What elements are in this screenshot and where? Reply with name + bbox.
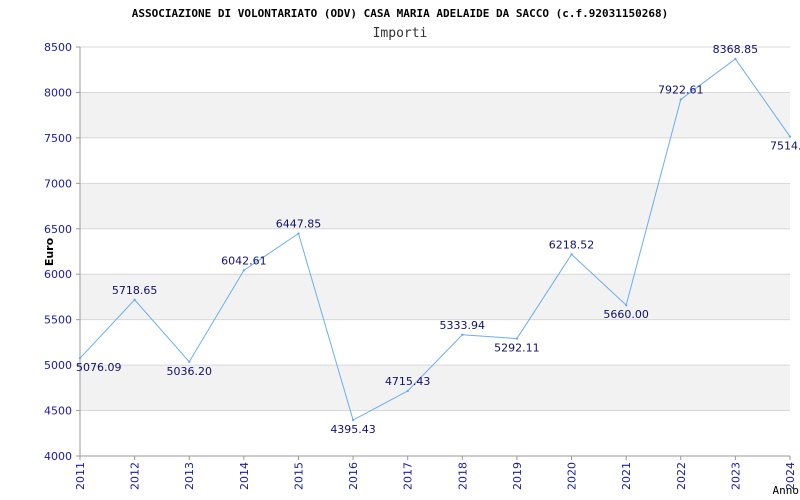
x-tick-label: 2019 [511,462,524,490]
x-tick-label: 2012 [129,462,142,490]
x-tick-label: 2021 [620,462,633,490]
data-point [406,389,409,393]
grid-band [80,183,790,229]
grid-band [80,92,790,138]
chart-title: ASSOCIAZIONE DI VOLONTARIATO (ODV) CASA … [132,7,668,20]
grid-band [80,274,790,320]
data-point [624,303,628,307]
data-point [242,269,246,272]
data-point [734,57,737,61]
y-tick-label: 7000 [44,177,72,190]
data-point [679,98,682,101]
data-label: 5660.00 [603,308,649,321]
data-label: 6042.61 [221,254,267,267]
y-tick-label: 4000 [44,450,72,463]
data-point [788,135,792,138]
y-tick-label: 8000 [44,86,72,99]
y-tick-label: 6000 [44,268,72,281]
data-label: 7922.61 [658,83,704,96]
x-tick-label: 2022 [675,462,688,490]
data-label: 4395.43 [330,423,376,436]
x-tick-label: 2014 [238,462,251,490]
data-point [461,333,464,336]
y-tick-label: 5000 [44,359,72,372]
y-tick-label: 4500 [44,405,72,418]
data-label: 6218.52 [549,238,595,251]
data-point [570,253,573,256]
data-point [188,360,191,364]
y-tick-label: 7500 [44,132,72,145]
data-label: 5718.65 [112,284,158,297]
data-point [133,298,136,301]
x-tick-label: 2023 [729,462,742,490]
data-label: 8368.85 [713,43,759,56]
x-tick-label: 2020 [566,462,579,490]
data-label: 5292.11 [494,342,540,355]
y-tick-label: 5500 [44,314,72,327]
data-label: 4715.43 [385,375,431,388]
x-tick-label: 2016 [347,462,360,490]
y-tick-label: 8500 [44,41,72,54]
x-tick-label: 2015 [292,462,305,490]
y-axis-label: Euro [43,237,56,266]
data-label: 7514.6 [770,140,800,153]
data-label: 6447.85 [276,218,322,231]
x-tick-label: 2018 [456,462,469,490]
data-label: 5333.94 [440,319,486,332]
data-point [351,418,355,422]
x-tick-label: 2017 [402,462,415,490]
data-label: 5076.09 [76,361,122,374]
data-point [78,356,82,360]
data-label: 5036.20 [166,365,212,378]
chart-subtitle: Importi [373,26,428,41]
x-axis-label: Anno [773,484,800,497]
x-axis-ticks: 2011 2012 2013 2014 2015 2016 2017 2018 2019 2020… [74,456,797,490]
line-chart: 4000 4500 5000 5500 6000 6500 7000 7500 8000 8500… [43,7,800,497]
x-tick-label: 2013 [183,462,196,490]
y-tick-label: 6500 [44,223,72,236]
data-point [297,232,300,235]
x-tick-label: 2011 [74,462,87,490]
data-point [515,337,519,340]
